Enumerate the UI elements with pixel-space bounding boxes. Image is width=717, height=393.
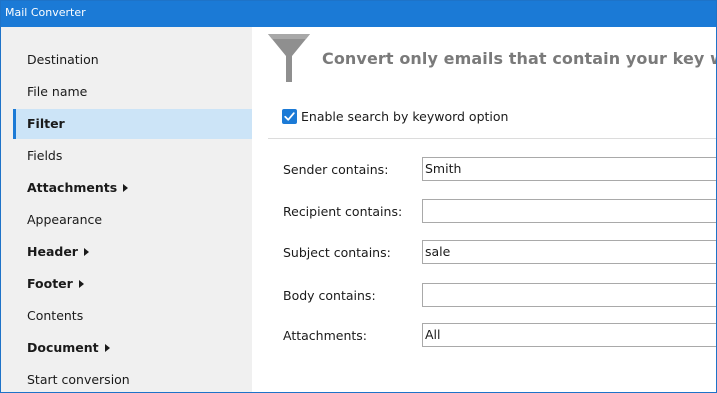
expand-arrow-icon	[123, 184, 129, 192]
sidebar-item-label: Footer	[27, 276, 73, 291]
sidebar-item-label: Attachments	[27, 180, 118, 195]
checkmark-icon	[284, 112, 295, 121]
attachments-select[interactable]: All	[422, 323, 716, 347]
body-label: Body contains:	[283, 288, 376, 303]
subject-input[interactable]: sale	[422, 240, 716, 264]
sidebar: Destination File name Filter Fields Atta…	[1, 27, 252, 392]
sidebar-item-label: Start conversion	[27, 372, 130, 387]
recipient-label: Recipient contains:	[283, 204, 403, 219]
sidebar-item-filter[interactable]: Filter	[13, 109, 252, 139]
sidebar-item-label: Filter	[27, 116, 65, 131]
sidebar-item-footer[interactable]: Footer	[13, 269, 252, 299]
sidebar-item-label: Fields	[27, 148, 63, 163]
sidebar-item-file-name[interactable]: File name	[13, 77, 252, 107]
mail-converter-window: Mail Converter Destination File name Fil…	[0, 0, 717, 393]
divider	[268, 138, 716, 139]
sidebar-item-document[interactable]: Document	[13, 333, 252, 363]
sidebar-item-label: Destination	[27, 52, 99, 67]
filter-panel: Convert only emails that contain your ke…	[252, 27, 716, 392]
sidebar-item-label: File name	[27, 84, 88, 99]
sidebar-item-label: Header	[27, 244, 78, 259]
sidebar-item-label: Appearance	[27, 212, 103, 227]
sender-input[interactable]: Smith	[422, 157, 716, 181]
sidebar-item-attachments[interactable]: Attachments	[13, 173, 252, 203]
sidebar-item-appearance[interactable]: Appearance	[13, 205, 252, 235]
enable-search-checkbox[interactable]	[282, 109, 297, 124]
expand-arrow-icon	[78, 280, 84, 288]
sidebar-item-header[interactable]: Header	[13, 237, 252, 267]
attachments-label: Attachments:	[283, 328, 368, 343]
sidebar-item-contents[interactable]: Contents	[13, 301, 252, 331]
sidebar-item-label: Document	[27, 340, 99, 355]
recipient-input[interactable]	[422, 199, 716, 223]
page-title: Convert only emails that contain your ke…	[322, 49, 716, 68]
selection-indicator	[13, 109, 16, 139]
enable-search-label[interactable]: Enable search by keyword option	[301, 109, 508, 124]
sidebar-item-label: Contents	[27, 308, 84, 323]
sidebar-item-start-conversion[interactable]: Start conversion	[13, 365, 252, 392]
sidebar-item-destination[interactable]: Destination	[13, 45, 252, 75]
sidebar-item-fields[interactable]: Fields	[13, 141, 252, 171]
sender-label: Sender contains:	[283, 162, 389, 177]
window-title: Mail Converter	[5, 6, 86, 19]
funnel-icon	[268, 34, 310, 82]
expand-arrow-icon	[83, 248, 89, 256]
subject-label: Subject contains:	[283, 245, 391, 260]
expand-arrow-icon	[104, 344, 110, 352]
title-bar[interactable]: Mail Converter	[1, 1, 716, 27]
body-input[interactable]	[422, 283, 716, 307]
